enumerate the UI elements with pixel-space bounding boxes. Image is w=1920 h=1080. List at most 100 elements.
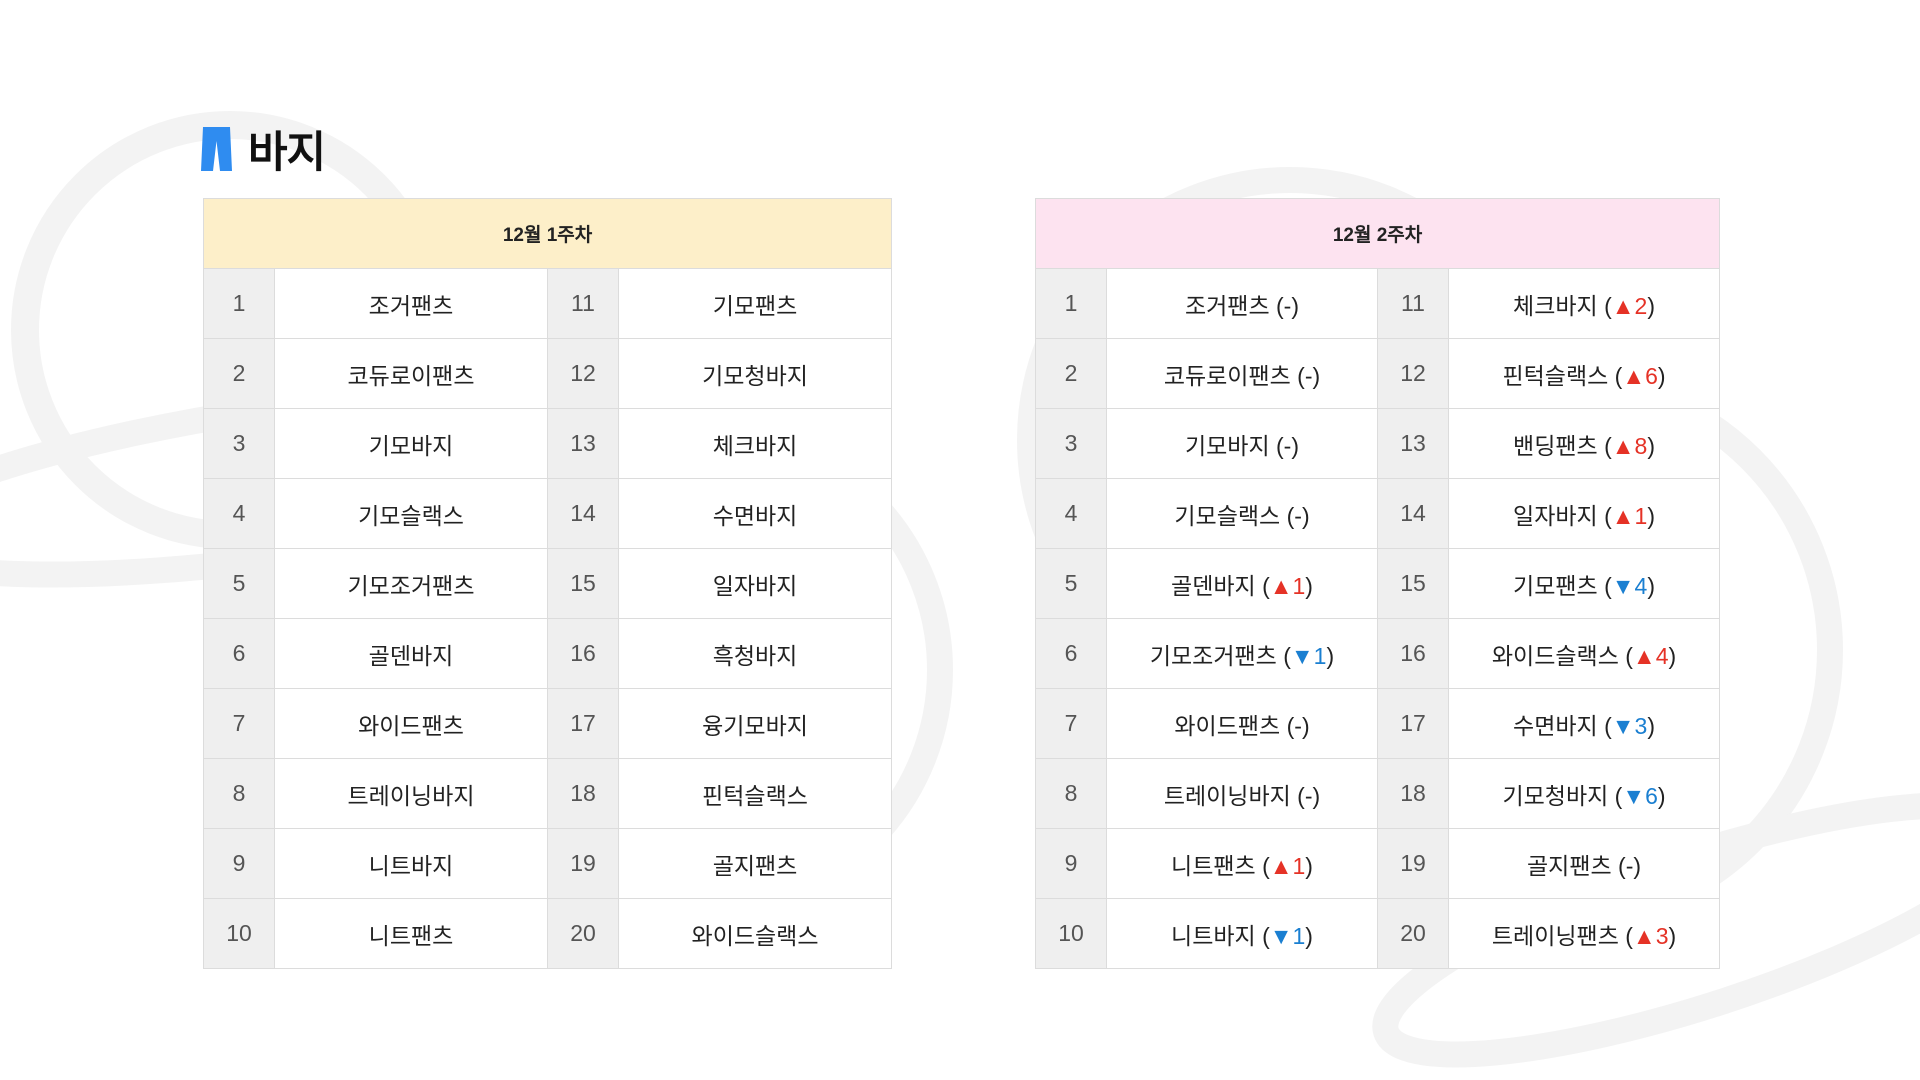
ranking-item-name: 조거팬츠 bbox=[1184, 292, 1270, 319]
ranking-item: 기모청바지 (▼6) bbox=[1447, 758, 1721, 829]
ranking-item-name: 기모슬랙스 bbox=[274, 478, 548, 549]
rank-up-icon: ▲ bbox=[1632, 922, 1656, 949]
ranking-item-name: 기모팬츠 bbox=[1513, 572, 1598, 599]
rank-number: 2 bbox=[203, 338, 275, 409]
rank-number: 1 bbox=[203, 268, 275, 339]
table-row: 7 와이드팬츠 (-) 17 수면바지 (▼3) bbox=[1035, 688, 1721, 759]
ranking-item-name: 골지팬츠 bbox=[1527, 852, 1612, 879]
table-row: 1 조거팬츠 (-) 11 체크바지 (▲2) bbox=[1035, 268, 1721, 339]
ranking-item-name: 수면바지 bbox=[617, 478, 893, 549]
ranking-item-name: 흑청바지 bbox=[617, 618, 893, 689]
rank-number: 3 bbox=[1035, 408, 1107, 479]
rank-change-amount: 1 bbox=[1292, 852, 1306, 879]
rank-number: 6 bbox=[1035, 618, 1107, 689]
ranking-item-name: 코듀로이팬츠 bbox=[1163, 362, 1291, 389]
rank-number: 9 bbox=[203, 828, 275, 899]
ranking-item: 와이드슬랙스 (▲4) bbox=[1447, 618, 1721, 689]
rank-number: 16 bbox=[547, 618, 619, 689]
table-row: 2 코듀로이팬츠 12 기모청바지 bbox=[203, 338, 893, 409]
ranking-item: 핀턱슬랙스 (▲6) bbox=[1447, 338, 1721, 409]
week1-ranking-table: 12월 1주차 1 조거팬츠 11 기모팬츠 2 코듀로이팬츠 12 기모청바지 3 기모바지 13… bbox=[202, 198, 893, 969]
rank-change-amount: 1 bbox=[1634, 502, 1648, 529]
ranking-item-name: 골덴바지 bbox=[274, 618, 548, 689]
rank-change-amount: 4 bbox=[1655, 642, 1669, 669]
week1-header: 12월 1주차 bbox=[202, 198, 893, 269]
rank-up-icon: ▲ bbox=[1622, 362, 1646, 389]
ranking-item-name: 와이드팬츠 bbox=[1174, 712, 1281, 739]
rank-change: (-) bbox=[1276, 292, 1300, 319]
table-row: 7 와이드팬츠 17 융기모바지 bbox=[203, 688, 893, 759]
rank-number: 12 bbox=[547, 338, 619, 409]
ranking-item-name: 트레이닝팬츠 bbox=[1491, 922, 1619, 949]
rank-up-icon: ▲ bbox=[1269, 852, 1293, 879]
rank-number: 10 bbox=[203, 898, 275, 969]
ranking-item-name: 니트바지 bbox=[274, 828, 548, 899]
ranking-item-name: 트레이닝바지 bbox=[1163, 782, 1291, 809]
ranking-item: 니트바지 (▼1) bbox=[1106, 898, 1378, 969]
rank-down-icon: ▼ bbox=[1611, 712, 1635, 739]
rank-number: 20 bbox=[547, 898, 619, 969]
table-row: 1 조거팬츠 11 기모팬츠 bbox=[203, 268, 893, 339]
rank-number: 7 bbox=[1035, 688, 1107, 759]
rank-change: (▼1) bbox=[1283, 642, 1335, 669]
rank-number: 11 bbox=[547, 268, 619, 339]
ranking-item-name: 기모바지 bbox=[1184, 432, 1270, 459]
rank-change: (-) bbox=[1286, 502, 1310, 529]
ranking-item-name: 핀턱슬랙스 bbox=[617, 758, 893, 829]
table-row: 8 트레이닝바지 (-) 18 기모청바지 (▼6) bbox=[1035, 758, 1721, 829]
ranking-item-name: 트레이닝바지 bbox=[274, 758, 548, 829]
ranking-item: 체크바지 (▲2) bbox=[1447, 268, 1721, 339]
rank-number: 11 bbox=[1377, 268, 1449, 339]
rank-change: (▼3) bbox=[1604, 712, 1655, 739]
ranking-item-name: 핀턱슬랙스 bbox=[1502, 362, 1609, 389]
rank-change-amount: 4 bbox=[1634, 572, 1648, 599]
ranking-item-name: 와이드팬츠 bbox=[274, 688, 548, 759]
ranking-item: 기모팬츠 (▼4) bbox=[1447, 548, 1721, 619]
rank-change: (-) bbox=[1276, 432, 1300, 459]
rank-number: 4 bbox=[1035, 478, 1107, 549]
rank-number: 16 bbox=[1377, 618, 1449, 689]
ranking-item: 기모조거팬츠 (▼1) bbox=[1106, 618, 1378, 689]
ranking-item-name: 체크바지 bbox=[1513, 292, 1598, 319]
ranking-item: 코듀로이팬츠 (-) bbox=[1106, 338, 1378, 409]
ranking-item-name: 수면바지 bbox=[1513, 712, 1598, 739]
rank-number: 14 bbox=[1377, 478, 1449, 549]
rank-down-icon: ▼ bbox=[1622, 782, 1646, 809]
pants-icon bbox=[201, 127, 232, 171]
rank-number: 5 bbox=[1035, 548, 1107, 619]
rank-unchanged: - bbox=[1304, 782, 1313, 809]
rank-number: 18 bbox=[1377, 758, 1449, 829]
table-row: 4 기모슬랙스 (-) 14 일자바지 (▲1) bbox=[1035, 478, 1721, 549]
rank-change: (-) bbox=[1618, 852, 1642, 879]
table-row: 4 기모슬랙스 14 수면바지 bbox=[203, 478, 893, 549]
ranking-item-name: 일자바지 bbox=[1513, 502, 1598, 529]
rank-number: 20 bbox=[1377, 898, 1449, 969]
ranking-item-name: 기모바지 bbox=[274, 408, 548, 479]
rank-up-icon: ▲ bbox=[1611, 432, 1635, 459]
rank-up-icon: ▲ bbox=[1611, 502, 1635, 529]
table-row: 6 기모조거팬츠 (▼1) 16 와이드슬랙스 (▲4) bbox=[1035, 618, 1721, 689]
rank-change-amount: 6 bbox=[1645, 362, 1658, 389]
rank-unchanged: - bbox=[1294, 502, 1302, 529]
table-row: 3 기모바지 (-) 13 밴딩팬츠 (▲8) bbox=[1035, 408, 1721, 479]
ranking-item-name: 니트팬츠 bbox=[274, 898, 548, 969]
rank-number: 19 bbox=[1377, 828, 1449, 899]
rank-number: 15 bbox=[547, 548, 619, 619]
ranking-item-name: 골지팬츠 bbox=[617, 828, 893, 899]
table-row: 10 니트팬츠 20 와이드슬랙스 bbox=[203, 898, 893, 969]
rank-number: 6 bbox=[203, 618, 275, 689]
rank-up-icon: ▲ bbox=[1611, 292, 1635, 319]
rank-unchanged: - bbox=[1304, 362, 1313, 389]
table-row: 9 니트팬츠 (▲1) 19 골지팬츠 (-) bbox=[1035, 828, 1721, 899]
rank-change-amount: 6 bbox=[1645, 782, 1658, 809]
rank-number: 8 bbox=[203, 758, 275, 829]
rank-change-amount: 8 bbox=[1634, 432, 1648, 459]
ranking-item-name: 기모조거팬츠 bbox=[1149, 642, 1277, 669]
rank-change-amount: 1 bbox=[1292, 572, 1306, 599]
table-row: 5 골덴바지 (▲1) 15 기모팬츠 (▼4) bbox=[1035, 548, 1721, 619]
ranking-item: 와이드팬츠 (-) bbox=[1106, 688, 1378, 759]
ranking-item-name: 기모팬츠 bbox=[617, 268, 893, 339]
rank-down-icon: ▼ bbox=[1290, 642, 1314, 669]
ranking-item-name: 와이드슬랙스 bbox=[1491, 642, 1619, 669]
table-row: 3 기모바지 13 체크바지 bbox=[203, 408, 893, 479]
